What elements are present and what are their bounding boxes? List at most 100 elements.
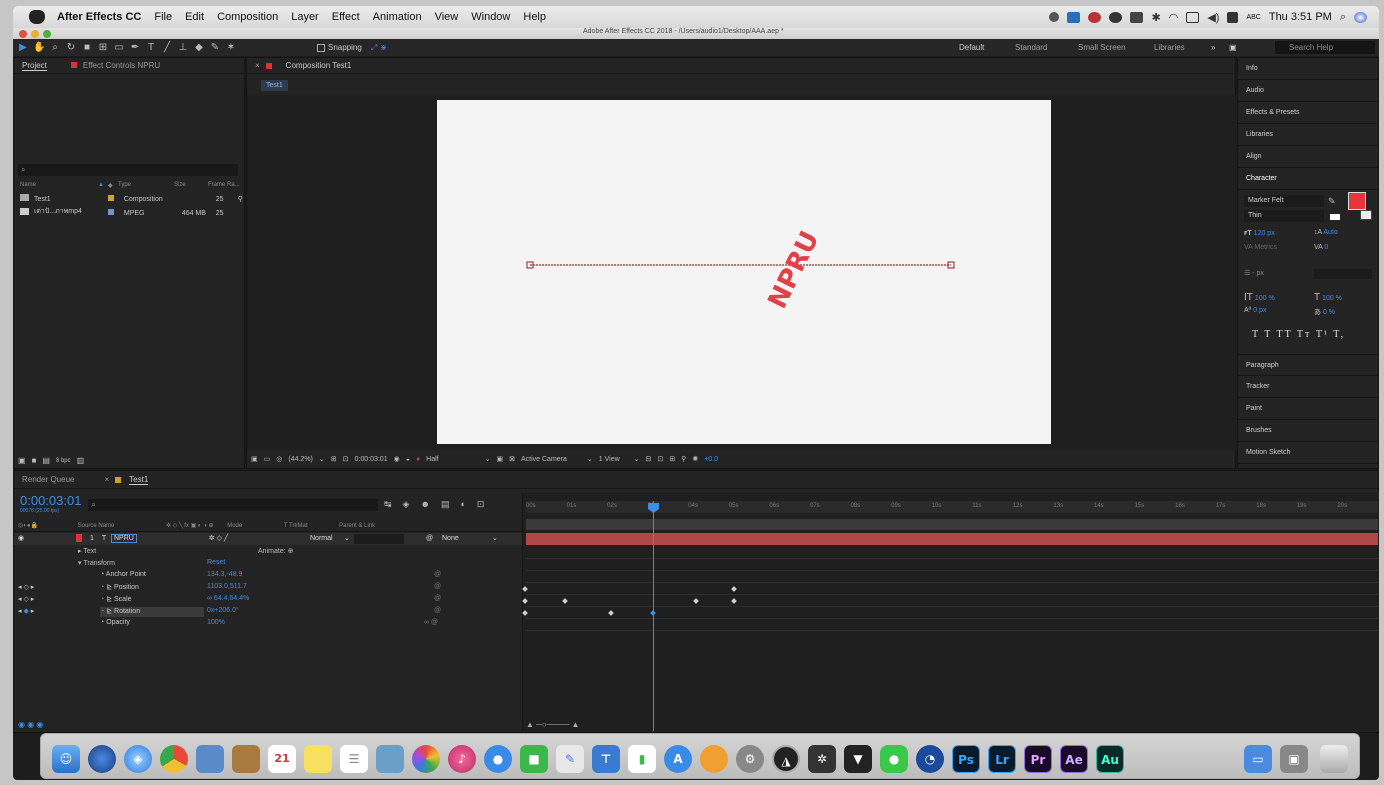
menu-app-name[interactable]: After Effects CC — [57, 11, 141, 23]
screen-share-icon[interactable] — [1067, 11, 1081, 23]
clock[interactable]: Thu 3:51 PM — [1269, 11, 1332, 23]
timeline-footer-icons[interactable]: ◉ ◉ ◉ — [18, 720, 43, 729]
layer-mode-dropdown[interactable]: Normal — [310, 533, 333, 545]
layer-switches[interactable]: ✲ ◇ ╱ — [209, 535, 228, 542]
layer-label-color[interactable] — [76, 534, 83, 543]
airplay-icon[interactable] — [1186, 11, 1200, 23]
view-layout-dropdown[interactable]: 1 View — [599, 456, 620, 463]
workspace-standard[interactable]: Standard — [1015, 39, 1047, 56]
record-icon[interactable] — [1049, 12, 1060, 22]
snapping-checkbox[interactable] — [317, 43, 325, 52]
col-name[interactable]: Name — [20, 182, 98, 192]
bluetooth-icon[interactable]: ✱ — [1151, 11, 1160, 24]
current-time[interactable]: 0:00:03:01 — [355, 456, 388, 463]
brush-tool-icon[interactable]: ╱ — [161, 42, 173, 53]
snapping-toggle[interactable]: Snapping ⤢ ⋇ — [317, 43, 387, 53]
textedit-icon[interactable]: ✎ — [556, 745, 584, 773]
panel-paragraph[interactable]: Paragraph — [1238, 354, 1377, 376]
numbers-icon[interactable]: ▮ — [628, 745, 656, 773]
roto-brush-tool-icon[interactable]: ✎ — [209, 42, 221, 53]
type-style-buttons[interactable]: T T TT Tт T¹ T, — [1252, 329, 1345, 340]
preview-icon[interactable]: ▣ — [251, 455, 258, 463]
panel-motion-sketch[interactable]: Motion Sketch — [1238, 442, 1377, 464]
kerning-field[interactable]: VA Metrics — [1244, 244, 1277, 251]
stroke-type-select[interactable] — [1314, 269, 1372, 279]
pickwhip-icon[interactable]: @ — [434, 607, 441, 617]
comp-breadcrumb[interactable]: Test1 — [261, 80, 288, 91]
project-item[interactable]: Test1 Composition 25 ⚲ — [20, 194, 243, 204]
menu-composition[interactable]: Composition — [217, 11, 278, 23]
layer-row[interactable]: ◉ 1 T NPRU ✲ ◇ ╱ Normal ⌄ @ None ⌄ — [14, 533, 522, 545]
panel-brushes[interactable]: Brushes — [1238, 420, 1377, 442]
chrome-icon[interactable] — [160, 745, 188, 773]
stroke-color-swatch[interactable] — [1360, 210, 1372, 220]
tracking-field[interactable]: VA 0 — [1314, 244, 1328, 251]
rectangle-tool-icon[interactable]: ▭ — [113, 42, 125, 53]
apple-icon[interactable] — [29, 10, 45, 24]
menu-edit[interactable]: Edit — [185, 11, 204, 23]
link-pickwhip-icon[interactable]: ∞ @ — [424, 619, 438, 629]
menu-animation[interactable]: Animation — [373, 11, 422, 23]
video-visibility-icon[interactable]: ◉ — [18, 535, 24, 542]
zoom-dropdown[interactable]: (44.2%) — [288, 456, 313, 463]
camera-dropdown[interactable]: Active Camera — [521, 456, 567, 463]
panel-align[interactable]: Align — [1238, 146, 1377, 168]
tab-effect-controls[interactable]: Effect Controls NPRU — [70, 61, 160, 70]
col-size[interactable]: Size — [174, 182, 208, 192]
collapse-arrow-icon[interactable]: ▾ — [78, 560, 82, 567]
rotation-tool-icon[interactable]: ↻ — [65, 42, 77, 53]
flowchart-icon[interactable]: ⚲ — [681, 455, 686, 463]
fill-color-swatch[interactable] — [1348, 192, 1366, 210]
black-white-swatch[interactable] — [1330, 214, 1340, 220]
menu-view[interactable]: View — [435, 11, 459, 23]
text-group-row[interactable]: ▸ Text — [78, 547, 96, 557]
project-item[interactable]: เต่าปั...ภาพmp4 MPEG 464 MB 25 — [20, 206, 242, 217]
comp-mini-flowchart-icon[interactable]: ↹ — [384, 499, 392, 510]
col-source-name[interactable]: Source Name — [78, 523, 115, 529]
property-value-position[interactable]: 1103.0,511.7 — [207, 583, 247, 593]
premiere-icon[interactable]: Pr — [1024, 745, 1052, 773]
quicktime-icon[interactable]: ◔ — [916, 745, 944, 773]
fast-preview-icon[interactable]: ⊡ — [657, 455, 663, 463]
pan-behind-tool-icon[interactable]: ⊞ — [97, 42, 109, 53]
menu-window[interactable]: Window — [471, 11, 510, 23]
messages-icon[interactable]: ● — [484, 745, 512, 773]
finder-icon[interactable]: ☺ — [52, 745, 80, 773]
property-row-position[interactable]: ◔ ⊵ Position — [100, 583, 139, 593]
system-preferences-icon[interactable]: ⚙ — [736, 745, 764, 773]
camera-icon[interactable] — [1088, 11, 1102, 23]
panel-paint[interactable]: Paint — [1238, 398, 1377, 420]
app-store-icon[interactable]: A — [664, 745, 692, 773]
property-row-opacity[interactable]: ◔ Opacity — [100, 619, 130, 629]
col-frame-rate[interactable]: Frame Ra... — [208, 182, 242, 192]
tab-project[interactable]: Project — [22, 61, 47, 71]
baseline-shift-field[interactable]: Aª 0 px — [1244, 307, 1266, 314]
property-row-anchor[interactable]: ◔ Anchor Point — [100, 571, 146, 581]
photoshop-icon[interactable]: Ps — [952, 745, 980, 773]
facetime-icon[interactable]: ■ — [520, 745, 548, 773]
tsume-field[interactable]: あ 0 % — [1314, 307, 1335, 317]
col-trkmat[interactable]: T TrkMat — [284, 523, 308, 529]
panel-audio[interactable]: Audio — [1238, 80, 1377, 102]
property-value-anchor[interactable]: 134.3,-48.9 — [207, 571, 242, 581]
color-channel-icon[interactable]: ● — [416, 456, 420, 463]
add-animator-icon[interactable]: ⊕ — [288, 548, 294, 555]
close-window-button[interactable] — [19, 30, 27, 38]
contacts-icon[interactable] — [232, 745, 260, 773]
hand-tool-icon[interactable]: ✋ — [33, 42, 45, 53]
font-family-select[interactable]: Marker Felt — [1244, 195, 1324, 207]
photos-icon[interactable] — [412, 745, 440, 773]
flowchart-icon[interactable]: ⚲ — [238, 196, 243, 203]
property-value-opacity[interactable]: 100% — [207, 619, 225, 629]
menu-effect[interactable]: Effect — [332, 11, 360, 23]
sync-icon[interactable] — [1109, 11, 1123, 23]
parent-dropdown[interactable]: None — [442, 533, 459, 545]
timeline-search-input[interactable]: ⌕ — [88, 499, 378, 511]
col-mode[interactable]: Mode — [227, 523, 242, 529]
exposure-value[interactable]: +0.0 — [704, 456, 718, 463]
itunes-icon[interactable]: ♪ — [448, 745, 476, 773]
pixel-aspect-icon[interactable]: ⊟ — [646, 455, 652, 463]
zoom-slider[interactable]: ▲ ─○──── ▲ — [526, 720, 579, 729]
photo-viewer-icon[interactable] — [196, 745, 224, 773]
spotlight-icon[interactable]: ⌕ — [1340, 11, 1346, 24]
